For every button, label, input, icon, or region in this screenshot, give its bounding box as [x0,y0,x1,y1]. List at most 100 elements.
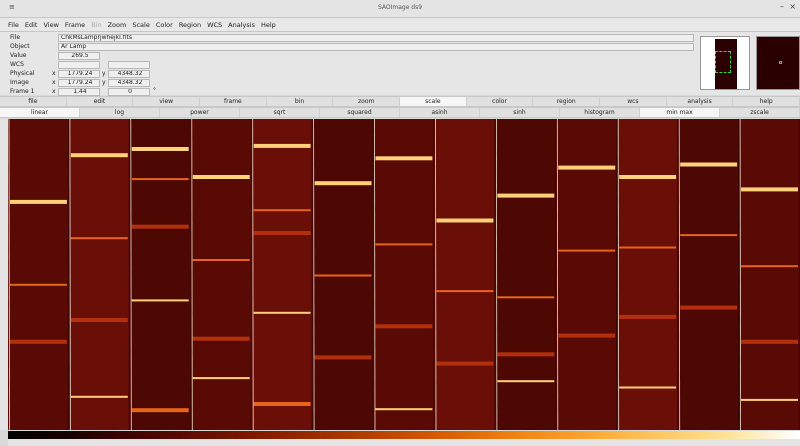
image-x-label: x [52,79,56,86]
emission-line [619,175,677,179]
button-file[interactable]: file [0,97,67,106]
scale-squared[interactable]: squared [320,108,400,117]
emission-line [558,249,616,252]
emission-line [558,165,616,170]
emission-line [70,237,128,240]
scale-minmax[interactable]: min max [640,108,720,117]
emission-line [314,181,372,186]
button-bin[interactable]: bin [267,97,334,106]
image-strip [68,119,129,430]
physical-x-label: x [52,70,56,77]
menu-view[interactable]: View [43,21,58,29]
main-button-bar: file edit view frame bin zoom scale colo… [0,96,800,107]
scale-histogram[interactable]: histogram [560,108,640,117]
physical-label: Physical [10,70,35,77]
value-field: 269.5 [58,52,100,60]
emission-line [192,336,250,341]
wcs-field-1 [58,61,100,69]
image-strip [129,119,190,430]
scale-sqrt[interactable]: sqrt [240,108,320,117]
frame-zoom-field: 1.44 [58,88,100,96]
menu-zoom[interactable]: Zoom [108,21,127,29]
emission-line [131,408,189,413]
menu-analysis[interactable]: Analysis [228,21,255,29]
button-analysis[interactable]: analysis [667,97,734,106]
emission-line [497,296,555,299]
button-edit[interactable]: edit [67,97,134,106]
window-title: SAOImage ds9 [377,4,423,11]
scale-zscale[interactable]: zscale [720,108,800,117]
spectral-image [8,119,799,430]
button-wcs[interactable]: wcs [600,97,667,106]
emission-line [70,395,128,398]
emission-line [497,193,555,198]
emission-line [10,283,67,286]
button-view[interactable]: view [133,97,201,106]
info-panel: File ChkMsLamprjwhejkl.fits Object Ar La… [0,32,800,96]
menu-bin[interactable]: Bin [91,21,101,29]
menu-help[interactable]: Help [261,21,276,29]
image-strip [617,119,678,430]
scale-linear[interactable]: linear [0,108,80,117]
image-frame[interactable] [8,119,800,430]
image-y-field: 4348.32 [108,79,150,87]
emission-line [375,243,433,246]
menu-wcs[interactable]: WCS [207,21,222,29]
emission-line [253,143,311,148]
button-frame[interactable]: frame [200,97,267,106]
wcs-label: WCS [10,61,24,68]
magnifier-cursor-icon [779,61,782,64]
button-help[interactable]: help [733,97,800,106]
minimize-icon[interactable]: – [780,2,784,11]
menu-edit[interactable]: Edit [25,21,38,29]
emission-line [253,231,311,235]
emission-line [619,386,677,389]
strip-edge [556,119,559,430]
strip-edge [313,119,315,430]
emission-line [680,305,738,310]
colorbar-ticks [8,439,800,446]
emission-line [253,402,311,406]
magnifier-view [756,36,800,90]
close-icon[interactable]: × [789,2,796,11]
button-zoom[interactable]: zoom [333,97,401,106]
file-field: ChkMsLamprjwhejkl.fits [58,34,694,42]
emission-line [436,290,494,293]
image-strip [8,119,68,430]
panner-bbox[interactable] [715,51,731,73]
menu-file[interactable]: File [8,21,19,29]
scale-sinh[interactable]: sinh [480,108,560,117]
image-strip [251,119,312,430]
colorbar[interactable] [8,431,800,439]
scale-power[interactable]: power [160,108,240,117]
emission-line [497,352,555,357]
scale-asinh[interactable]: asinh [400,108,480,117]
frame-x-label: x [52,88,56,95]
physical-x-field: 1779.24 [58,70,100,78]
value-label: Value [10,52,27,59]
panner-view[interactable] [700,36,750,90]
emission-line [436,218,494,223]
strip-edge [495,119,498,430]
emission-line [70,318,128,322]
image-label: Image [10,79,29,86]
menu-frame[interactable]: Frame [65,21,85,29]
emission-line [192,377,250,380]
menu-region[interactable]: Region [179,21,201,29]
frame-label: Frame 1 [10,88,35,95]
strip-edge [130,119,132,430]
emission-line [741,339,798,344]
menu-scale[interactable]: Scale [132,21,150,29]
menu-color[interactable]: Color [156,21,173,29]
file-label: File [10,34,21,41]
button-color[interactable]: color [467,97,534,106]
strip-edge [374,119,376,430]
button-scale[interactable]: scale [400,97,467,106]
strip-edge [739,119,741,430]
frame-left-margin [0,119,8,430]
emission-line [741,398,798,401]
button-region[interactable]: region [533,97,601,106]
scale-button-bar: linear log power sqrt squared asinh sinh… [0,107,800,118]
scale-log[interactable]: log [80,108,160,117]
emission-line [253,311,311,314]
